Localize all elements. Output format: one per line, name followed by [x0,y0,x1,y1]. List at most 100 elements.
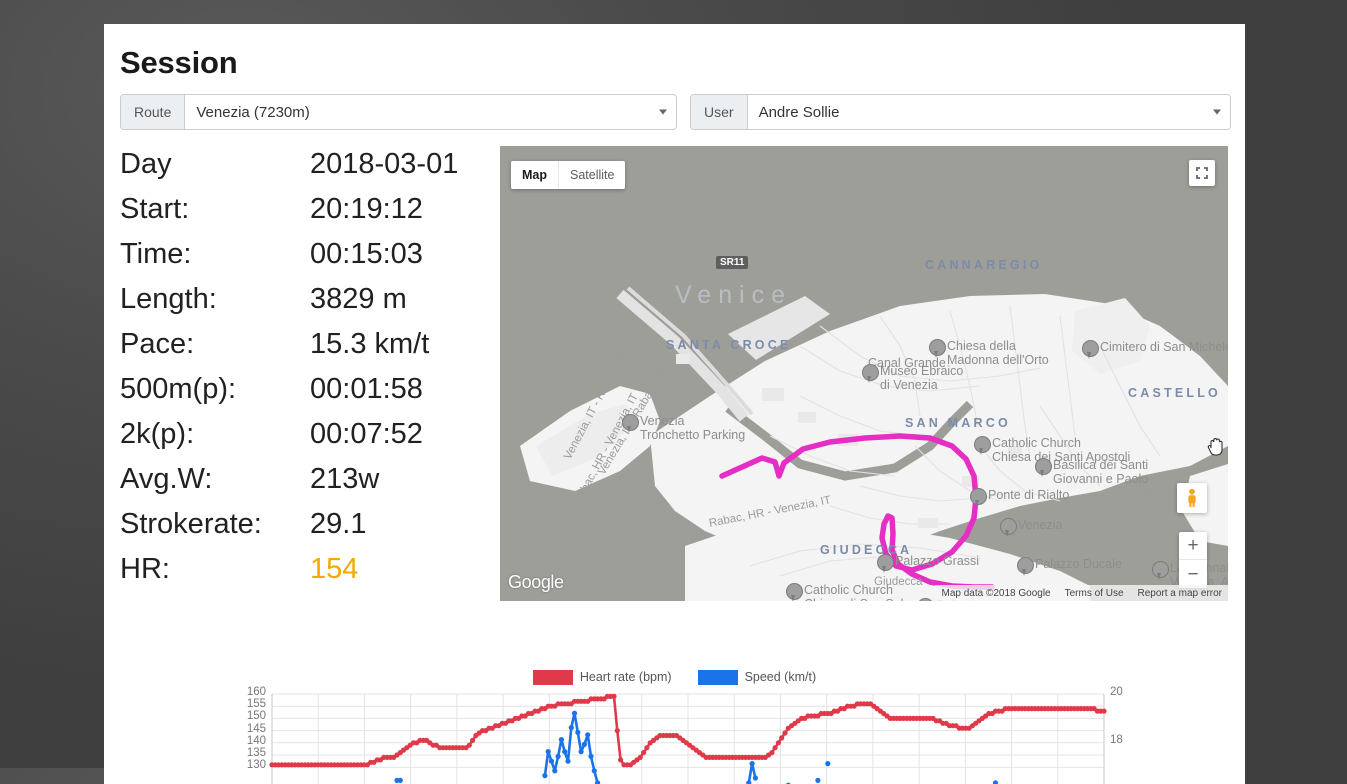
map-poi-label: Cimitero di San Michele [1100,340,1228,354]
chart-y-tick-left: 135 [222,747,266,759]
stat-row: 2k(p):00:07:52 [120,418,520,463]
map-attribution: Map data ©2018 Google Terms of Use Repor… [935,585,1228,601]
map-pin-icon [917,598,932,601]
map-pin-icon [929,339,944,359]
stat-row: 500m(p):00:01:58 [120,373,520,418]
stat-label: Start: [120,193,310,226]
map-pin-icon [877,554,892,574]
chart-y-tick-left: 160 [222,686,266,698]
chart-svg [104,692,1245,784]
map-poi-marker[interactable]: Basilica dei SantiGiovanni e Paolo [1035,458,1050,478]
stat-label: Time: [120,238,310,271]
map-city-label: Venice [675,281,792,310]
chart-legend: Heart rate (bpm) Speed (km/t) [104,664,1245,690]
map-poi-marker[interactable]: Palazzo Ducale [1017,557,1032,577]
map-type-satellite[interactable]: Satellite [559,161,625,189]
pegman-icon[interactable] [1177,483,1207,513]
map-pin-icon [1082,340,1097,360]
stat-value: 213w [310,463,379,496]
route-select[interactable]: Venezia (7230m) [185,95,676,129]
map-poi-label: Basilica dei SantiGiovanni e Paolo [1053,458,1148,487]
map-poi-label: Ponte di Rialto [988,488,1069,502]
legend-swatch-speed [698,670,738,685]
report-map-error-link[interactable]: Report a map error [1138,588,1222,599]
stat-label: Avg.W: [120,463,310,496]
zoom-out-button[interactable]: − [1179,560,1207,588]
stat-label: 2k(p): [120,418,310,451]
stat-value: 29.1 [310,508,366,541]
chevron-down-icon [659,110,667,115]
legend-item-heart-rate[interactable]: Heart rate (bpm) [533,670,672,685]
user-select-group[interactable]: User Andre Sollie [690,94,1231,130]
stat-value: 20:19:12 [310,193,423,226]
google-logo: Google [508,572,564,593]
stat-row: Avg.W:213w [120,463,520,508]
map-poi-marker[interactable]: La Biennale diVenezia, Ar [1152,561,1167,581]
map-poi-label: Palazzo Ducale [1035,557,1122,571]
stat-row: Pace:15.3 km/t [120,328,520,373]
stat-row: Day2018-03-01 [120,148,520,193]
map-district-santa-croce: SANTA CROCE [666,338,791,352]
route-select-group[interactable]: Route Venezia (7230m) [120,94,677,130]
session-chart: Heart rate (bpm) Speed (km/t) 1601551501… [104,664,1245,784]
chart-y-tick-left: 155 [222,698,266,710]
map-pin-icon [622,414,637,434]
session-main: Day2018-03-01Start:20:19:12Time:00:15:03… [104,148,1245,608]
stat-value: 2018-03-01 [310,148,458,181]
route-select-value: Venezia (7230m) [196,104,309,121]
stat-value: 00:15:03 [310,238,423,271]
stat-row: Length:3829 m [120,283,520,328]
map-pin-icon [786,583,801,601]
map-zoom-control[interactable]: + − [1179,532,1207,588]
stat-label: Length: [120,283,310,316]
session-panel: Session Route Venezia (7230m) User Andre… [104,24,1245,784]
chart-plot-area[interactable]: 160155150145140135130 2018 [104,692,1245,784]
chart-y-tick-right: 18 [1110,734,1123,746]
session-stats-list: Day2018-03-01Start:20:19:12Time:00:15:03… [120,148,520,598]
user-label: User [691,95,748,129]
map-pin-icon [970,488,985,508]
chart-y-tick-left: 150 [222,710,266,722]
map-poi-marker[interactable]: Chiesa dellaMadonna dell'Orto [929,339,944,359]
fullscreen-icon[interactable] [1189,160,1215,186]
map-poi-marker[interactable]: Venezia [1000,518,1015,538]
map-district-san-marco: SAN MARCO [905,416,1011,430]
stat-label: Strokerate: [120,508,310,541]
map-data-credit: Map data ©2018 Google [941,588,1050,599]
user-select[interactable]: Andre Sollie [748,95,1230,129]
map-poi-marker[interactable]: Catholic ChurchChiesa di San Sebastiano [786,583,801,601]
map-poi-marker[interactable]: CollezionePeggy [917,598,932,601]
route-map[interactable]: Venice CANNAREGIO SANTA CROCE SAN MARCO … [500,146,1228,601]
map-pin-icon [1000,518,1015,538]
zoom-in-button[interactable]: + [1179,532,1207,560]
map-poi-marker[interactable]: Museo Ebraicodi Venezia [862,364,877,384]
stat-value: 15.3 km/t [310,328,429,361]
map-pin-icon [1017,557,1032,577]
page-title: Session [120,46,1245,80]
map-district-castello: CASTELLO [1128,386,1221,400]
user-select-value: Andre Sollie [759,104,840,121]
map-poi-marker[interactable]: Palazzo Grassi [877,554,892,574]
map-type-map[interactable]: Map [511,161,559,189]
stat-value: 3829 m [310,283,407,316]
terms-of-use-link[interactable]: Terms of Use [1065,588,1124,599]
map-poi-label: VeneziaTronchetto Parking [640,414,745,443]
map-poi-label: Museo Ebraicodi Venezia [880,364,963,393]
map-pin-icon [862,364,877,384]
stat-row: HR:154 [120,553,520,598]
stat-value: 00:01:58 [310,373,423,406]
map-poi-marker[interactable]: Ponte di Rialto [970,488,985,508]
chevron-down-icon [1213,110,1221,115]
stat-value: 154 [310,553,358,586]
map-poi-marker[interactable]: Cimitero di San Michele [1082,340,1097,360]
map-poi-marker[interactable]: Catholic ChurchChiesa dei Santi Apostoli [974,436,989,456]
stat-row: Start:20:19:12 [120,193,520,238]
legend-item-speed[interactable]: Speed (km/t) [698,670,817,685]
chart-y-tick-left: 140 [222,735,266,747]
map-type-control[interactable]: Map Satellite [511,161,625,189]
map-poi-marker[interactable]: VeneziaTronchetto Parking [622,414,637,434]
controls-row: Route Venezia (7230m) User Andre Sollie [104,94,1245,134]
stat-row: Time:00:15:03 [120,238,520,283]
stat-label: 500m(p): [120,373,310,406]
legend-label-heart-rate: Heart rate (bpm) [580,670,672,684]
